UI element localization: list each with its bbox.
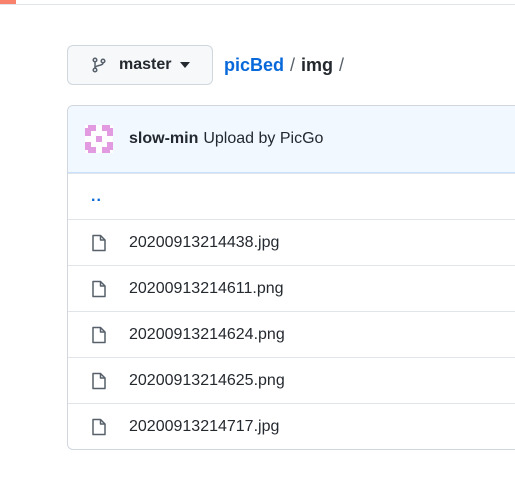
branch-select-button[interactable]: master [67,45,213,85]
git-branch-icon [91,57,107,73]
file-name-link[interactable]: 20200913214624.png [129,326,285,344]
nav-row: master picBed / img / [67,45,350,85]
file-icon [91,372,107,390]
commit-author[interactable]: slow-min [129,130,198,148]
parent-directory-row[interactable]: .. [68,173,515,219]
branch-label: master [119,56,172,73]
file-icon [91,280,107,298]
file-list-box: slow-min Upload by PicGo .. 202009132144… [67,105,515,450]
avatar[interactable] [85,125,113,153]
file-row[interactable]: 20200913214611.png [68,265,515,311]
file-icon [91,418,107,436]
file-name-link[interactable]: 20200913214611.png [129,280,284,298]
file-name-link[interactable]: 20200913214438.jpg [129,234,279,252]
file-icon [91,326,107,344]
caret-down-icon [180,62,191,68]
file-icon [91,234,107,252]
breadcrumb-separator: / [339,54,345,75]
commit-message[interactable]: Upload by PicGo [203,130,323,148]
file-row[interactable]: 20200913214624.png [68,311,515,357]
file-name-link[interactable]: 20200913214625.png [129,372,285,390]
file-row[interactable]: 20200913214438.jpg [68,219,515,265]
latest-commit-bar: slow-min Upload by PicGo [68,106,515,173]
file-name-link[interactable]: 20200913214717.jpg [129,418,279,436]
parent-directory-link[interactable]: .. [91,188,102,206]
top-divider [0,4,515,5]
file-row[interactable]: 20200913214717.jpg [68,403,515,449]
breadcrumb: picBed / img / [224,55,350,76]
breadcrumb-repo-link[interactable]: picBed [224,55,284,76]
breadcrumb-folder: img [301,54,334,75]
breadcrumb-separator: / [290,54,296,75]
file-row[interactable]: 20200913214625.png [68,357,515,403]
